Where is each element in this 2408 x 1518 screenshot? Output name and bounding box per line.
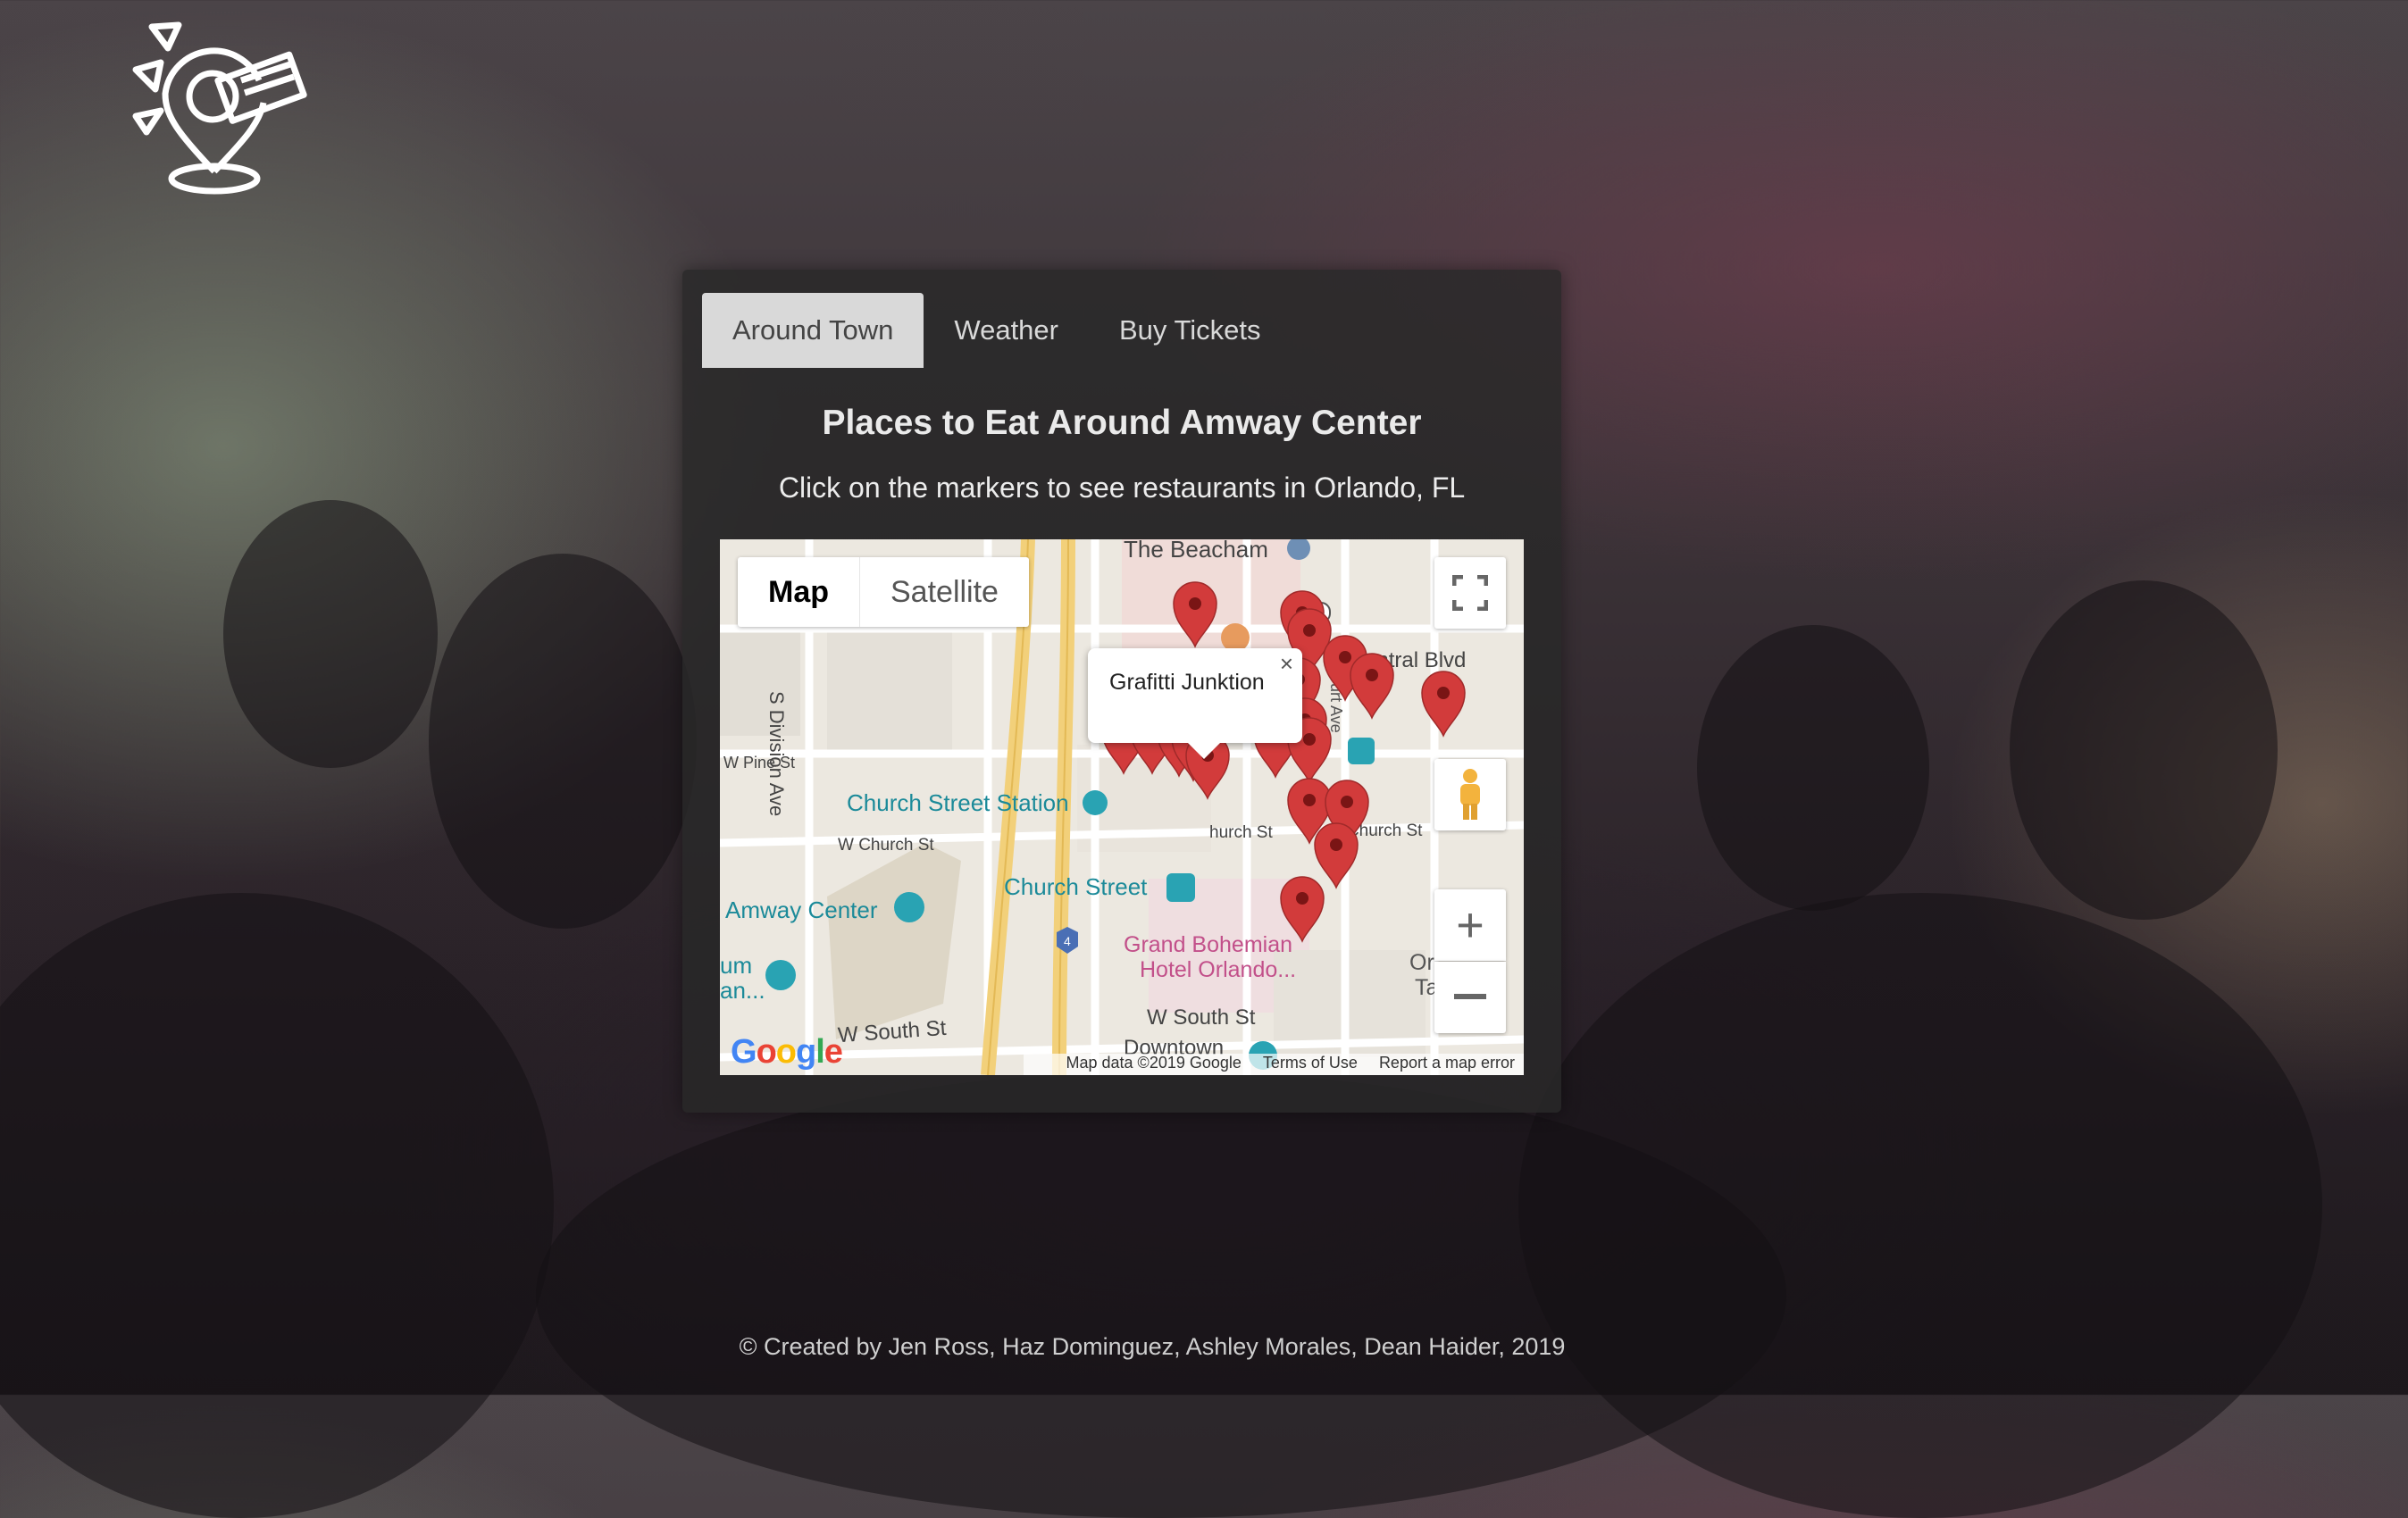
ticket-pin-logo-icon — [132, 21, 307, 195]
minus-icon — [1454, 994, 1486, 999]
footer-credit: © Created by Jen Ross, Haz Dominguez, As… — [739, 1333, 1566, 1360]
restaurant-marker[interactable] — [1314, 822, 1359, 889]
map-type-map-button[interactable]: Map — [738, 557, 860, 627]
section-subheading: Click on the markers to see restaurants … — [778, 471, 1466, 504]
tab-bar: Around Town Weather Buy Tickets — [702, 293, 1292, 368]
restaurant-marker[interactable] — [1350, 653, 1394, 720]
report-map-error-link[interactable]: Report a map error — [1379, 1054, 1515, 1075]
tab-around-town[interactable]: Around Town — [702, 293, 924, 368]
tab-weather[interactable]: Weather — [924, 293, 1089, 368]
marker-infowindow: Grafitti Junktion × — [1088, 648, 1302, 759]
site-logo[interactable] — [125, 18, 313, 196]
map-type-satellite-button[interactable]: Satellite — [860, 557, 1029, 627]
terms-of-use-link[interactable]: Terms of Use — [1263, 1054, 1358, 1075]
google-logo: Google — [731, 1033, 843, 1071]
plus-icon: + — [1456, 898, 1484, 952]
restaurant-marker[interactable] — [1421, 671, 1466, 738]
section-heading: Places to Eat Around Amway Center — [822, 404, 1422, 442]
map-data-credit: Map data ©2019 Google — [1066, 1054, 1242, 1072]
fullscreen-icon — [1452, 575, 1488, 611]
restaurant-marker[interactable] — [1173, 581, 1217, 648]
fullscreen-button[interactable] — [1434, 557, 1506, 629]
close-icon[interactable]: × — [1280, 650, 1293, 678]
restaurant-marker[interactable] — [1280, 876, 1325, 943]
zoom-out-button[interactable] — [1434, 962, 1506, 1033]
google-map[interactable]: The Beacham 527 E Central Blvd N Court A… — [720, 539, 1524, 1075]
map-type-control: Map Satellite — [738, 557, 1029, 627]
tab-buy-tickets[interactable]: Buy Tickets — [1089, 293, 1292, 368]
zoom-in-button[interactable]: + — [1434, 889, 1506, 961]
street-view-pegman-button[interactable] — [1434, 759, 1506, 830]
content-panel: Around Town Weather Buy Tickets Places t… — [682, 270, 1561, 1113]
map-footer: Map data ©2019 Google Terms of Use Repor… — [1024, 1054, 1524, 1075]
infowindow-title: Grafitti Junktion — [1109, 670, 1265, 695]
pegman-icon — [1460, 769, 1480, 820]
